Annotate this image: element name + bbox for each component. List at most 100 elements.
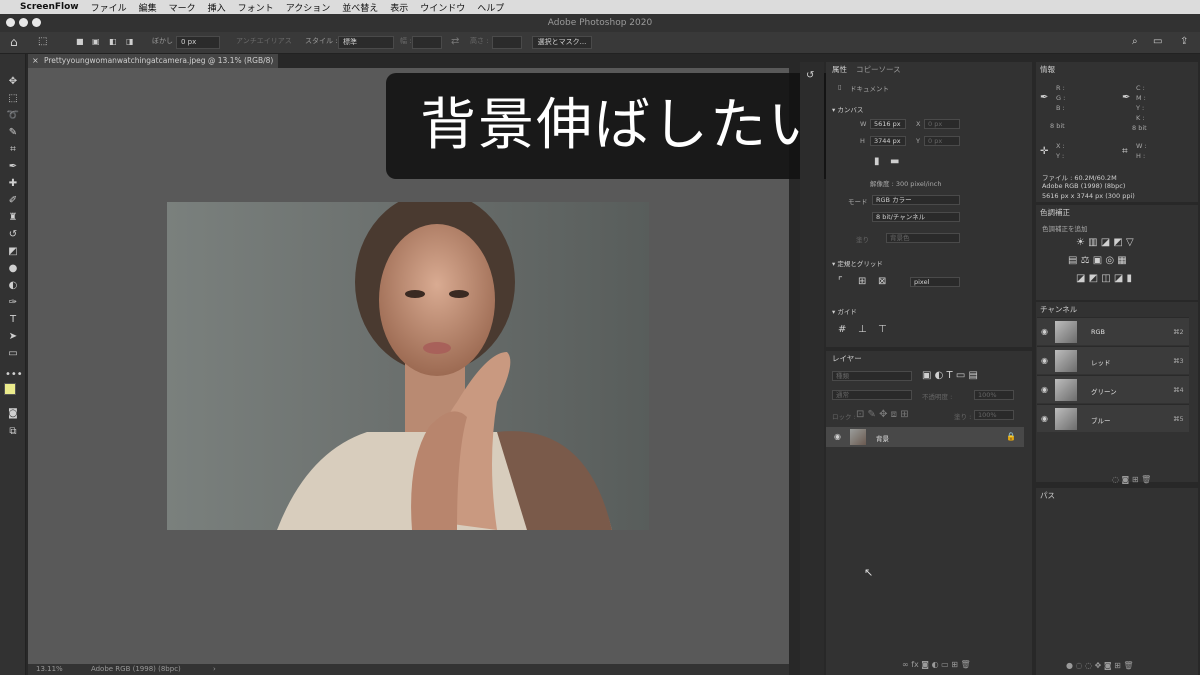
properties-tab[interactable]: 属性: [832, 64, 847, 76]
canvas-width-input[interactable]: 5616 px: [870, 119, 906, 129]
menu-help[interactable]: ヘルプ: [477, 1, 504, 14]
history-brush-tool-icon[interactable]: ↺: [5, 228, 21, 242]
intersect-selection-icon[interactable]: ◨: [126, 36, 134, 48]
quick-select-tool-icon[interactable]: ✎: [5, 126, 21, 140]
menu-window[interactable]: ウインドウ: [420, 1, 465, 14]
screen-mode-icon[interactable]: ⧉: [5, 425, 21, 439]
channels-footer-icons[interactable]: ◌ ◙ ⊞ 🗑: [1112, 474, 1151, 486]
crop-tool-icon[interactable]: ⌗: [5, 143, 21, 157]
clone-source-tab[interactable]: コピーソース: [856, 64, 901, 76]
document-photo[interactable]: [167, 202, 649, 530]
channel-eye-icon[interactable]: ◉: [1041, 413, 1048, 425]
bit-depth-select[interactable]: 8 bit/チャンネル: [872, 212, 960, 222]
layer-filter-icons[interactable]: ▣ ◐ T ▭ ▤: [922, 370, 978, 382]
eyedropper-tool-icon[interactable]: ✒: [5, 160, 21, 174]
status-menu-arrow-icon[interactable]: ›: [213, 665, 216, 673]
marquee-tool-icon[interactable]: ⬚: [5, 92, 21, 106]
search-icon[interactable]: ⌕: [1132, 36, 1138, 48]
menu-mark[interactable]: マーク: [169, 1, 196, 14]
document-tab[interactable]: × Prettyyoungwomanwatchingatcamera.jpeg …: [28, 54, 278, 68]
paths-tab[interactable]: パス: [1040, 490, 1055, 502]
grid-icon[interactable]: ⊞: [858, 276, 866, 288]
home-icon[interactable]: ⌂: [10, 36, 18, 48]
canvas-section-title[interactable]: ▾ カンバス: [832, 104, 863, 114]
menu-arrange[interactable]: 並べ替え: [342, 1, 378, 14]
opacity-input[interactable]: 100%: [974, 390, 1014, 400]
eraser-tool-icon[interactable]: ◩: [5, 245, 21, 259]
channel-eye-icon[interactable]: ◉: [1041, 384, 1048, 396]
new-selection-icon[interactable]: ■: [76, 36, 84, 48]
canvas-y-input[interactable]: 0 px: [924, 136, 960, 146]
add-selection-icon[interactable]: ▣: [92, 36, 100, 48]
adjustment-icons-row1[interactable]: ☀ ▥ ◪ ◩ ▽: [1076, 237, 1134, 249]
rectangle-tool-icon[interactable]: ▭: [5, 347, 21, 361]
workspace-icon[interactable]: ▭: [1153, 36, 1162, 48]
path-select-tool-icon[interactable]: ➤: [5, 330, 21, 344]
adjustment-icons-row2[interactable]: ▤ ⚖ ▣ ◎ ▦: [1068, 255, 1127, 267]
marquee-tool-preset-icon[interactable]: ⬚: [38, 36, 47, 48]
canvas-x-input[interactable]: 0 px: [924, 119, 960, 129]
channel-row-green[interactable]: ◉ グリーン ⌘4: [1037, 375, 1189, 403]
blend-mode-select[interactable]: 通常: [832, 390, 912, 400]
mode-select[interactable]: RGB カラー: [872, 195, 960, 205]
rulers-grid-section[interactable]: ▾ 定規とグリッド: [832, 258, 883, 268]
ruler-icon[interactable]: ⌜: [838, 276, 843, 288]
close-window-button[interactable]: [6, 18, 15, 27]
channel-eye-icon[interactable]: ◉: [1041, 355, 1048, 367]
channels-tab[interactable]: チャンネル: [1040, 304, 1077, 316]
subtract-selection-icon[interactable]: ◧: [109, 36, 117, 48]
width-input[interactable]: [412, 36, 442, 49]
clone-stamp-tool-icon[interactable]: ♜: [5, 211, 21, 225]
paths-footer-icons[interactable]: ● ◌ ◌ ✥ ◙ ⊞ 🗑: [1066, 660, 1134, 672]
fill-select[interactable]: 背景色: [886, 233, 960, 243]
pen-tool-icon[interactable]: ✑: [5, 296, 21, 310]
close-tab-icon[interactable]: ×: [32, 54, 39, 68]
lasso-tool-icon[interactable]: ➰: [5, 109, 21, 123]
antialias-checkbox[interactable]: アンチエイリアス: [236, 36, 292, 46]
menu-file[interactable]: ファイル: [91, 1, 127, 14]
pixel-grid-icon[interactable]: ⊠: [878, 276, 886, 288]
canvas-height-input[interactable]: 3744 px: [870, 136, 906, 146]
guide-layout-icon[interactable]: ⊤: [878, 324, 887, 336]
quick-mask-icon[interactable]: ◙: [5, 407, 21, 421]
style-select[interactable]: 標準: [338, 36, 394, 49]
brush-tool-icon[interactable]: ✐: [5, 194, 21, 208]
swap-dimensions-icon[interactable]: ⇄: [451, 36, 459, 48]
menu-view[interactable]: 表示: [390, 1, 408, 14]
adjustments-tab[interactable]: 色調補正: [1040, 207, 1070, 219]
channel-row-blue[interactable]: ◉ ブルー ⌘5: [1037, 404, 1189, 432]
type-tool-icon[interactable]: T: [5, 313, 21, 327]
select-and-mask-button[interactable]: 選択とマスク...: [532, 36, 592, 49]
guide-icon[interactable]: #: [838, 324, 846, 336]
menu-action[interactable]: アクション: [286, 1, 331, 14]
channel-row-rgb[interactable]: ◉ RGB ⌘2: [1037, 317, 1189, 345]
dodge-tool-icon[interactable]: ◐: [5, 279, 21, 293]
zoom-window-button[interactable]: [32, 18, 41, 27]
height-input[interactable]: [492, 36, 522, 49]
menu-insert[interactable]: 挿入: [208, 1, 226, 14]
layer-visibility-eye-icon[interactable]: ◉: [834, 431, 841, 443]
guides-section[interactable]: ▾ ガイド: [832, 306, 857, 316]
more-tools-icon[interactable]: •••: [5, 368, 23, 382]
layer-row-background[interactable]: ◉ 背景 🔒: [826, 427, 1024, 447]
portrait-orientation-icon[interactable]: ▮: [874, 156, 880, 168]
blur-tool-icon[interactable]: ●: [5, 262, 21, 276]
history-panel-icon[interactable]: ↺: [806, 70, 814, 82]
share-icon[interactable]: ⇪: [1180, 36, 1188, 48]
layer-name[interactable]: 背景: [876, 433, 889, 443]
channel-row-red[interactable]: ◉ レッド ⌘3: [1037, 346, 1189, 374]
minimize-window-button[interactable]: [19, 18, 28, 27]
landscape-orientation-icon[interactable]: ▬: [890, 156, 899, 168]
app-menu[interactable]: ScreenFlow: [20, 2, 79, 12]
layers-tab[interactable]: レイヤー: [832, 353, 862, 365]
adjustment-icons-row3[interactable]: ◪ ◩ ◫ ◪ ▮: [1076, 273, 1132, 285]
lock-icons[interactable]: ⊡ ✎ ✥ ⧈ ⊞: [856, 409, 909, 421]
layers-footer-icons[interactable]: ∞ fx ◙ ◐ ▭ ⊞ 🗑: [902, 659, 971, 671]
move-tool-icon[interactable]: ✥: [5, 75, 21, 89]
new-guide-icon[interactable]: ⊥: [858, 324, 867, 336]
feather-input[interactable]: 0 px: [176, 36, 220, 49]
info-tab[interactable]: 情報: [1040, 64, 1055, 76]
channel-eye-icon[interactable]: ◉: [1041, 326, 1048, 338]
menu-edit[interactable]: 編集: [139, 1, 157, 14]
layer-kind-filter[interactable]: 種類: [832, 371, 912, 381]
